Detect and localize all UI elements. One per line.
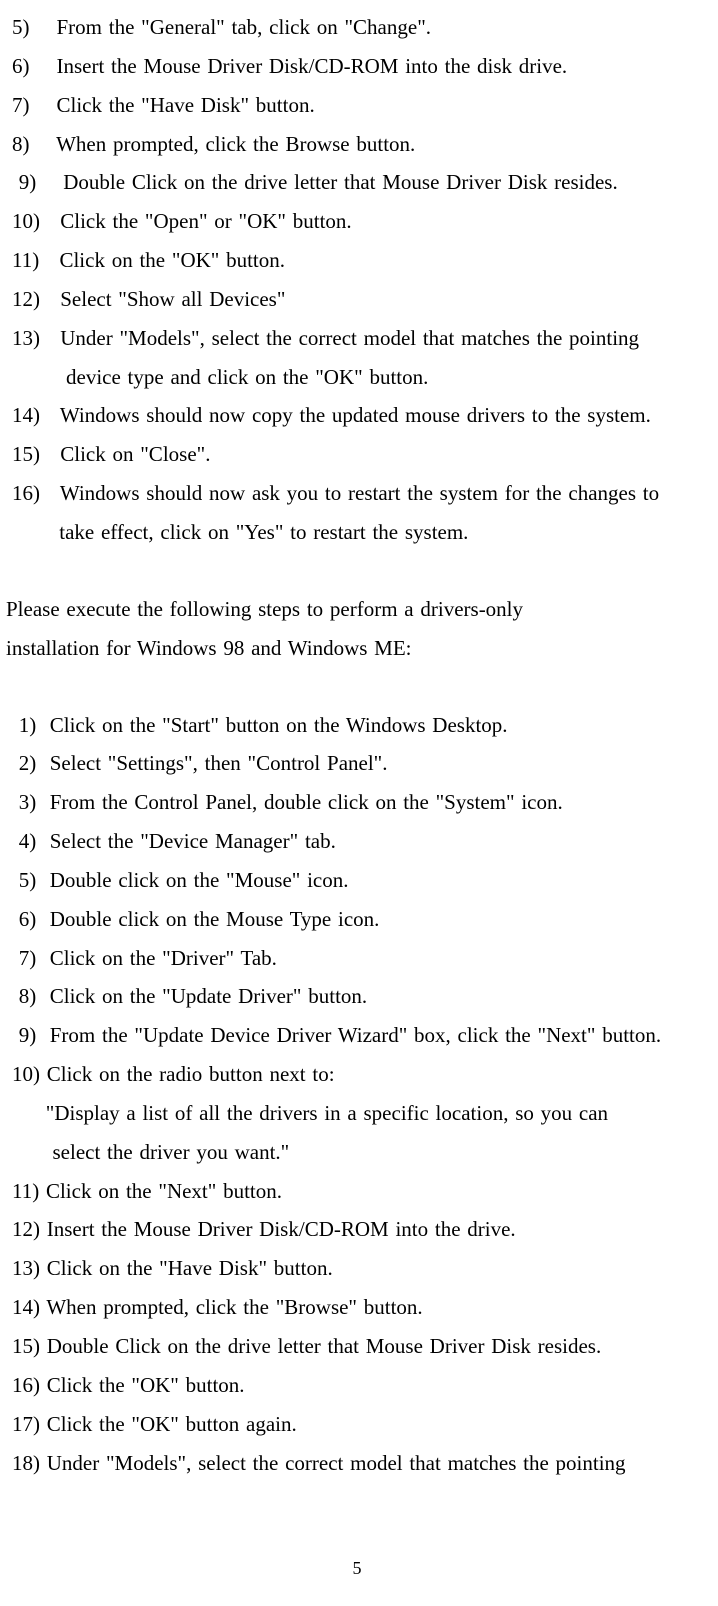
list-item: 11) Click on the "OK" button. xyxy=(6,241,708,280)
instruction-list-2: 1) Click on the "Start" button on the Wi… xyxy=(6,706,708,1483)
list-item: 18) Under "Models", select the correct m… xyxy=(6,1444,708,1483)
list-item: 13) Under "Models", select the correct m… xyxy=(6,319,708,358)
list-item-continuation: device type and click on the "OK" button… xyxy=(6,358,708,397)
list-item: 5) Double click on the "Mouse" icon. xyxy=(6,861,708,900)
list-item: 9) From the "Update Device Driver Wizard… xyxy=(6,1016,708,1055)
list-item: 15) Double Click on the drive letter tha… xyxy=(6,1327,708,1366)
list-item: 10) Click the "Open" or "OK" button. xyxy=(6,202,708,241)
list-item: 1) Click on the "Start" button on the Wi… xyxy=(6,706,708,745)
list-item: 9) Double Click on the drive letter that… xyxy=(6,163,708,202)
list-item: 6) Insert the Mouse Driver Disk/CD-ROM i… xyxy=(6,47,708,86)
intro-line: Please execute the following steps to pe… xyxy=(6,590,708,629)
list-item: 5) From the "General" tab, click on "Cha… xyxy=(6,8,708,47)
list-item: 6) Double click on the Mouse Type icon. xyxy=(6,900,708,939)
intro-paragraph: Please execute the following steps to pe… xyxy=(6,590,708,668)
instruction-list-1: 5) From the "General" tab, click on "Cha… xyxy=(6,8,708,552)
list-item: 4) Select the "Device Manager" tab. xyxy=(6,822,708,861)
paragraph-gap xyxy=(6,668,708,706)
list-item: 14) When prompted, click the "Browse" bu… xyxy=(6,1288,708,1327)
list-item: 13) Click on the "Have Disk" button. xyxy=(6,1249,708,1288)
list-item: 11) Click on the "Next" button. xyxy=(6,1172,708,1211)
list-item: 7) Click the "Have Disk" button. xyxy=(6,86,708,125)
list-item: 7) Click on the "Driver" Tab. xyxy=(6,939,708,978)
list-item: 12) Insert the Mouse Driver Disk/CD-ROM … xyxy=(6,1210,708,1249)
list-item: 12) Select "Show all Devices" xyxy=(6,280,708,319)
list-item: 8) When prompted, click the Browse butto… xyxy=(6,125,708,164)
paragraph-gap xyxy=(6,552,708,590)
list-item: 2) Select "Settings", then "Control Pane… xyxy=(6,744,708,783)
list-item-continuation: take effect, click on "Yes" to restart t… xyxy=(6,513,708,552)
page-number: 5 xyxy=(6,1552,708,1585)
list-item: 3) From the Control Panel, double click … xyxy=(6,783,708,822)
list-item: 8) Click on the "Update Driver" button. xyxy=(6,977,708,1016)
list-item: 16) Windows should now ask you to restar… xyxy=(6,474,708,513)
intro-line: installation for Windows 98 and Windows … xyxy=(6,629,708,668)
list-item: 15) Click on "Close". xyxy=(6,435,708,474)
list-item: 16) Click the "OK" button. xyxy=(6,1366,708,1405)
list-item-continuation: "Display a list of all the drivers in a … xyxy=(6,1094,708,1133)
list-item: 14) Windows should now copy the updated … xyxy=(6,396,708,435)
document-content: 5) From the "General" tab, click on "Cha… xyxy=(6,8,708,1586)
list-item: 10) Click on the radio button next to: xyxy=(6,1055,708,1094)
list-item-continuation: select the driver you want." xyxy=(6,1133,708,1172)
list-item: 17) Click the "OK" button again. xyxy=(6,1405,708,1444)
